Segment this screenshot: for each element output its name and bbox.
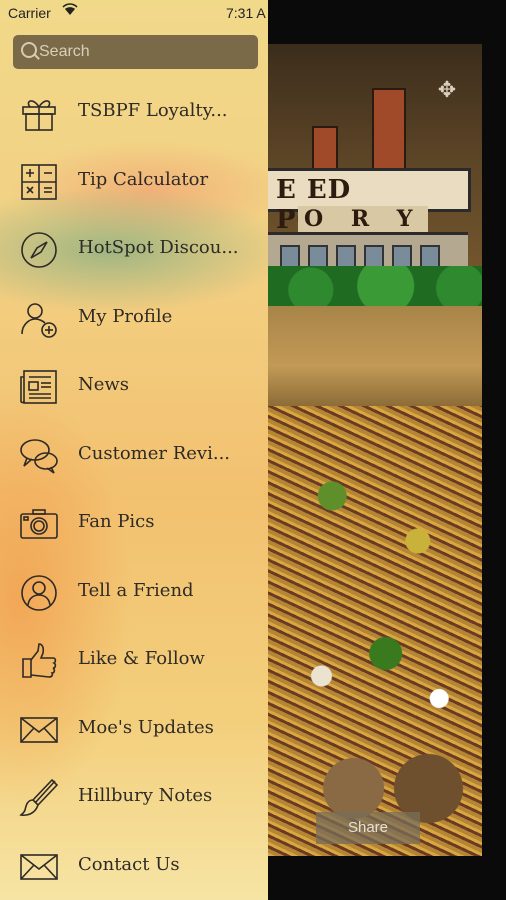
paintbrush-icon xyxy=(18,777,60,819)
wifi-icon xyxy=(62,3,78,19)
gift-icon xyxy=(18,92,60,134)
search-icon xyxy=(21,42,37,58)
menu-item-news[interactable]: News xyxy=(0,352,268,420)
thumbs-up-icon xyxy=(18,640,60,682)
menu-item-contact-us[interactable]: Contact Us xyxy=(0,832,268,900)
compass-icon xyxy=(18,229,60,271)
menu-item-fan-pics[interactable]: Fan Pics xyxy=(0,489,268,557)
person-circle-icon xyxy=(18,572,60,614)
menu-item-like-follow[interactable]: Like & Follow xyxy=(0,626,268,694)
menu-item-tell-a-friend[interactable]: Tell a Friend xyxy=(0,558,268,626)
menu-item-moes-updates[interactable]: Moe's Updates xyxy=(0,695,268,763)
menu-item-customer-reviews[interactable]: Customer Revi... xyxy=(0,421,268,489)
add-user-icon xyxy=(18,298,60,340)
envelope-icon xyxy=(18,709,60,751)
newspaper-icon xyxy=(18,366,60,408)
share-button[interactable]: Share xyxy=(316,812,420,844)
clock: 7:31 A xyxy=(226,5,266,21)
camera-icon xyxy=(18,503,60,545)
carrier-label: Carrier xyxy=(8,5,51,21)
food-photo xyxy=(268,406,482,856)
menu-item-hotspot[interactable]: HotSpot Discou... xyxy=(0,215,268,283)
menu-item-loyalty[interactable]: TSBPF Loyalty... xyxy=(0,78,268,146)
menu-item-tip-calculator[interactable]: Tip Calculator xyxy=(0,147,268,215)
status-bar: Carrier 7:31 A xyxy=(0,0,506,28)
menu-item-my-profile[interactable]: My Profile xyxy=(0,284,268,352)
background-content: E ED POTATO O R Y xyxy=(268,44,482,856)
search-input[interactable] xyxy=(39,35,249,69)
menu-item-hillbury-notes[interactable]: Hillbury Notes xyxy=(0,763,268,831)
logo-subtext: O R Y xyxy=(298,206,429,232)
chat-bubbles-icon xyxy=(18,435,60,477)
calculator-icon xyxy=(18,161,60,203)
envelope-icon xyxy=(18,846,60,888)
move-icon[interactable]: ✥ xyxy=(434,78,460,104)
side-menu: TSBPF Loyalty... Tip Calculator HotSpot … xyxy=(0,0,268,900)
search-bar[interactable] xyxy=(13,35,258,69)
